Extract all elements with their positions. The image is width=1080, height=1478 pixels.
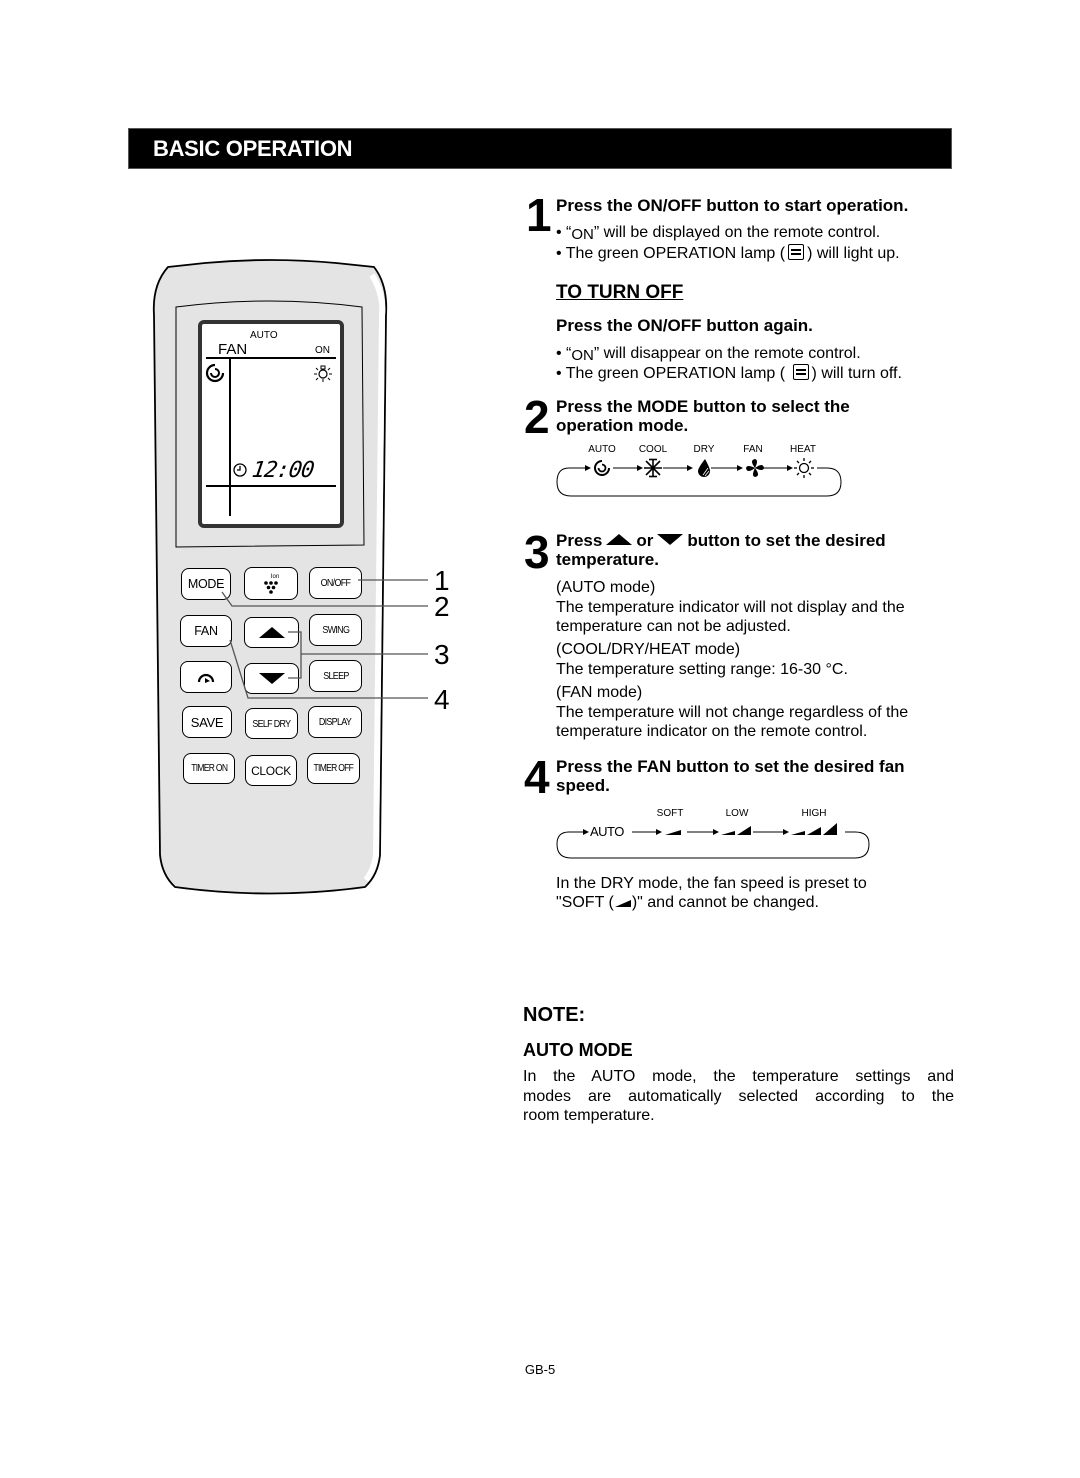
fan-speed-cycle-diagram: SOFT LOW HIGH AUTO bbox=[555, 806, 875, 861]
step-2-heading-line-1: Press the MODE button to select the bbox=[556, 397, 850, 416]
lcd-auto-text: AUTO bbox=[250, 330, 278, 341]
step-3-cool-text: The temperature setting range: 16-30 °C. bbox=[556, 661, 848, 678]
to-turn-off-heading: TO TURN OFF bbox=[556, 282, 684, 303]
display-button[interactable]: DISPLAY bbox=[308, 706, 362, 738]
lcd-clock-readout: 12:00 bbox=[250, 458, 315, 483]
section-header-bar: BASIC OPERATION bbox=[128, 128, 952, 169]
step-3-fan-text-2: temperature indicator on the remote cont… bbox=[556, 723, 868, 740]
timer-off-button[interactable]: TIMER OFF bbox=[307, 753, 360, 784]
step-3-auto-text-1: The temperature indicator will not displ… bbox=[556, 599, 905, 616]
step-4-dry-note-1: In the DRY mode, the fan speed is preset… bbox=[556, 875, 867, 892]
fan-speed-arrows bbox=[556, 823, 870, 859]
step-3-cool-label: (COOL/DRY/HEAT mode) bbox=[556, 641, 741, 658]
step-4-dry-note-2: "SOFT ()" and cannot be changed. bbox=[556, 894, 819, 911]
operation-lamp-icon bbox=[792, 364, 809, 380]
note-subtitle: AUTO MODE bbox=[523, 1040, 633, 1060]
lcd-auto-mode-icon bbox=[205, 363, 225, 383]
step-3-auto-text-2: temperature can not be adjusted. bbox=[556, 618, 791, 635]
page-number: GB-5 bbox=[524, 1362, 556, 1377]
save-button[interactable]: SAVE bbox=[182, 706, 232, 738]
callout-lines bbox=[221, 579, 428, 699]
callout-3: 3 bbox=[434, 639, 450, 670]
clock-button[interactable]: CLOCK bbox=[245, 755, 297, 786]
callout-2: 2 bbox=[434, 591, 450, 622]
note-text: In the AUTO mode, the temperature settin… bbox=[523, 1068, 954, 1124]
up-arrow-icon bbox=[606, 534, 633, 545]
step-4-heading-line-1: Press the FAN button to set the desired … bbox=[556, 757, 905, 776]
timer-on-button[interactable]: TIMER ON bbox=[183, 753, 235, 784]
mode-cycle-diagram: AUTO COOL DRY FAN HEAT bbox=[555, 442, 845, 498]
step-2-heading-line-2: operation mode. bbox=[556, 416, 689, 435]
down-arrow-icon bbox=[657, 534, 684, 545]
lcd-vertical-rule bbox=[229, 358, 231, 516]
note-title: NOTE: bbox=[523, 1004, 586, 1026]
speed-bars bbox=[665, 823, 837, 835]
step-3-fan-label: (FAN mode) bbox=[556, 684, 643, 701]
step-1-bullet-2: • The green OPERATION lamp () will light… bbox=[556, 244, 900, 262]
lcd-on-text: ON bbox=[315, 345, 330, 356]
step-1-heading: Press the ON/OFF button to start operati… bbox=[556, 196, 909, 215]
section-title: BASIC OPERATION bbox=[153, 136, 353, 161]
dry-mode-icon bbox=[698, 459, 710, 477]
step-2-number: 2 bbox=[524, 391, 550, 443]
auto-mode-icon bbox=[594, 460, 610, 476]
step-3-fan-text-1: The temperature will not change regardle… bbox=[556, 704, 909, 721]
step-3-number: 3 bbox=[524, 526, 550, 578]
soft-speed-icon bbox=[614, 900, 631, 907]
lcd-fan-text: FAN bbox=[218, 341, 248, 358]
self-dry-button[interactable]: SELF DRY bbox=[245, 708, 298, 739]
step-4-number: 4 bbox=[524, 751, 550, 803]
step-1-bullet-1: • “ON” will be displayed on the remote c… bbox=[556, 224, 881, 243]
turn-off-subheading: Press the ON/OFF button again. bbox=[556, 316, 813, 335]
lcd-heat-lamp-icon bbox=[314, 365, 332, 382]
fan-mode-icon bbox=[746, 459, 764, 477]
turn-off-bullet-1: • “ON” will disappear on the remote cont… bbox=[556, 345, 861, 364]
step-3-auto-label: (AUTO mode) bbox=[556, 579, 656, 596]
heat-mode-icon bbox=[794, 458, 814, 478]
operation-lamp-icon bbox=[788, 244, 805, 260]
step-3-heading-line-2: temperature. bbox=[556, 550, 659, 569]
cool-mode-icon bbox=[644, 458, 662, 478]
step-1-number: 1 bbox=[526, 189, 552, 241]
lcd-bottom-rule bbox=[206, 485, 336, 487]
step-4-heading-line-2: speed. bbox=[556, 776, 610, 795]
callout-4: 4 bbox=[434, 684, 450, 715]
lcd-clock-icon bbox=[233, 463, 247, 477]
turn-off-bullet-2: • The green OPERATION lamp ( ) will turn… bbox=[556, 364, 902, 382]
step-3-heading-line-1: Press or button to set the desired bbox=[556, 531, 886, 550]
